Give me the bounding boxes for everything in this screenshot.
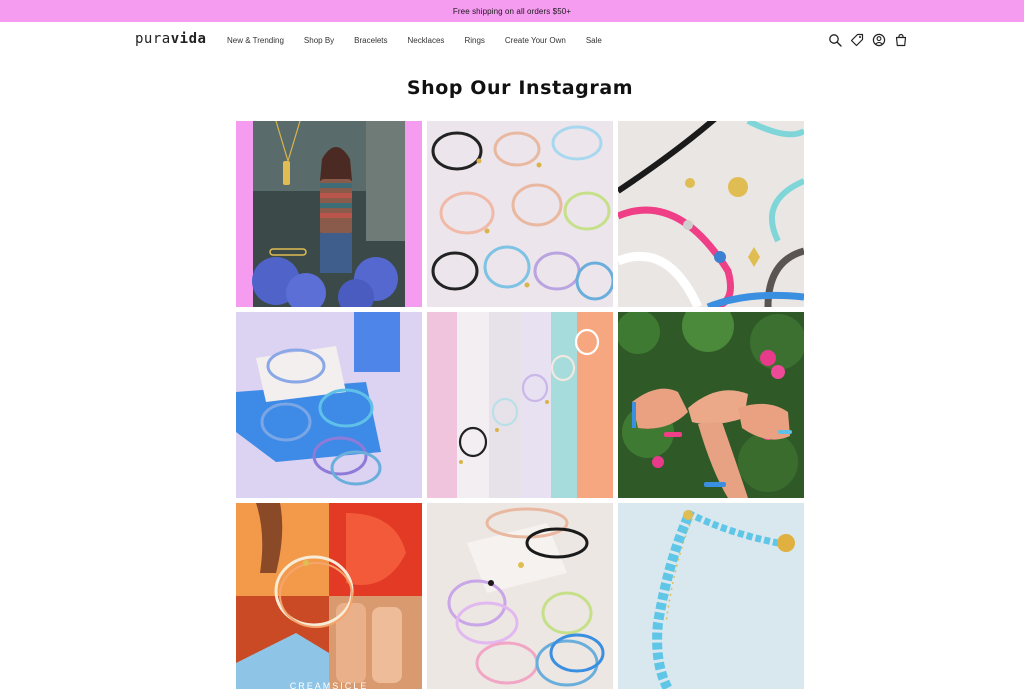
instagram-post-pastel-bracelets[interactable]	[427, 121, 613, 307]
post-image-pastel-bracelets	[427, 121, 613, 307]
instagram-post-flowers[interactable]	[618, 312, 804, 498]
nav-sale[interactable]: Sale	[586, 36, 602, 45]
nav-new-trending[interactable]: New & Trending	[227, 36, 284, 45]
post-image-creamsicle	[236, 503, 422, 689]
promo-text: Free shipping on all orders $50+	[452, 6, 572, 16]
account-icon[interactable]	[872, 33, 886, 47]
post-image-stripes	[427, 312, 613, 498]
header-icons	[828, 33, 916, 47]
site-header: puravida New & Trending Shop By Bracelet…	[0, 22, 1024, 60]
post-image-model	[236, 121, 422, 307]
tag-icon[interactable]	[850, 33, 864, 47]
post-image-braided	[618, 503, 804, 689]
nav-necklaces[interactable]: Necklaces	[408, 36, 445, 45]
promo-bar: Free shipping on all orders $50+	[0, 0, 1024, 22]
search-icon[interactable]	[828, 33, 842, 47]
page-title: Shop Our Instagram	[406, 77, 634, 99]
logo[interactable]: puravida	[135, 31, 206, 47]
post-image-flowers	[618, 312, 804, 498]
post-image-box-stack	[236, 312, 422, 498]
instagram-post-braided[interactable]	[618, 503, 804, 689]
post-image-bracelet-pile	[427, 503, 613, 689]
instagram-post-box-stack[interactable]	[236, 312, 422, 498]
logo-part1: pura	[135, 31, 171, 47]
nav-rings[interactable]: Rings	[464, 36, 484, 45]
instagram-post-creamsicle[interactable]: CREAMSICLE	[236, 503, 422, 689]
main-nav: New & Trending Shop By Bracelets Necklac…	[227, 36, 622, 45]
post-caption: CREAMSICLE	[289, 681, 369, 689]
post-image-charms	[618, 121, 804, 307]
instagram-post-model[interactable]	[236, 121, 422, 307]
instagram-post-stripes[interactable]	[427, 312, 613, 498]
logo-part2: vida	[170, 31, 207, 47]
instagram-post-charms[interactable]	[618, 121, 804, 307]
nav-bracelets[interactable]: Bracelets	[354, 36, 387, 45]
cart-icon[interactable]	[894, 33, 908, 47]
nav-create-your-own[interactable]: Create Your Own	[505, 36, 566, 45]
instagram-grid: CREAMSICLE	[236, 121, 804, 689]
instagram-post-bracelet-pile[interactable]	[427, 503, 613, 689]
nav-shop-by[interactable]: Shop By	[304, 36, 334, 45]
